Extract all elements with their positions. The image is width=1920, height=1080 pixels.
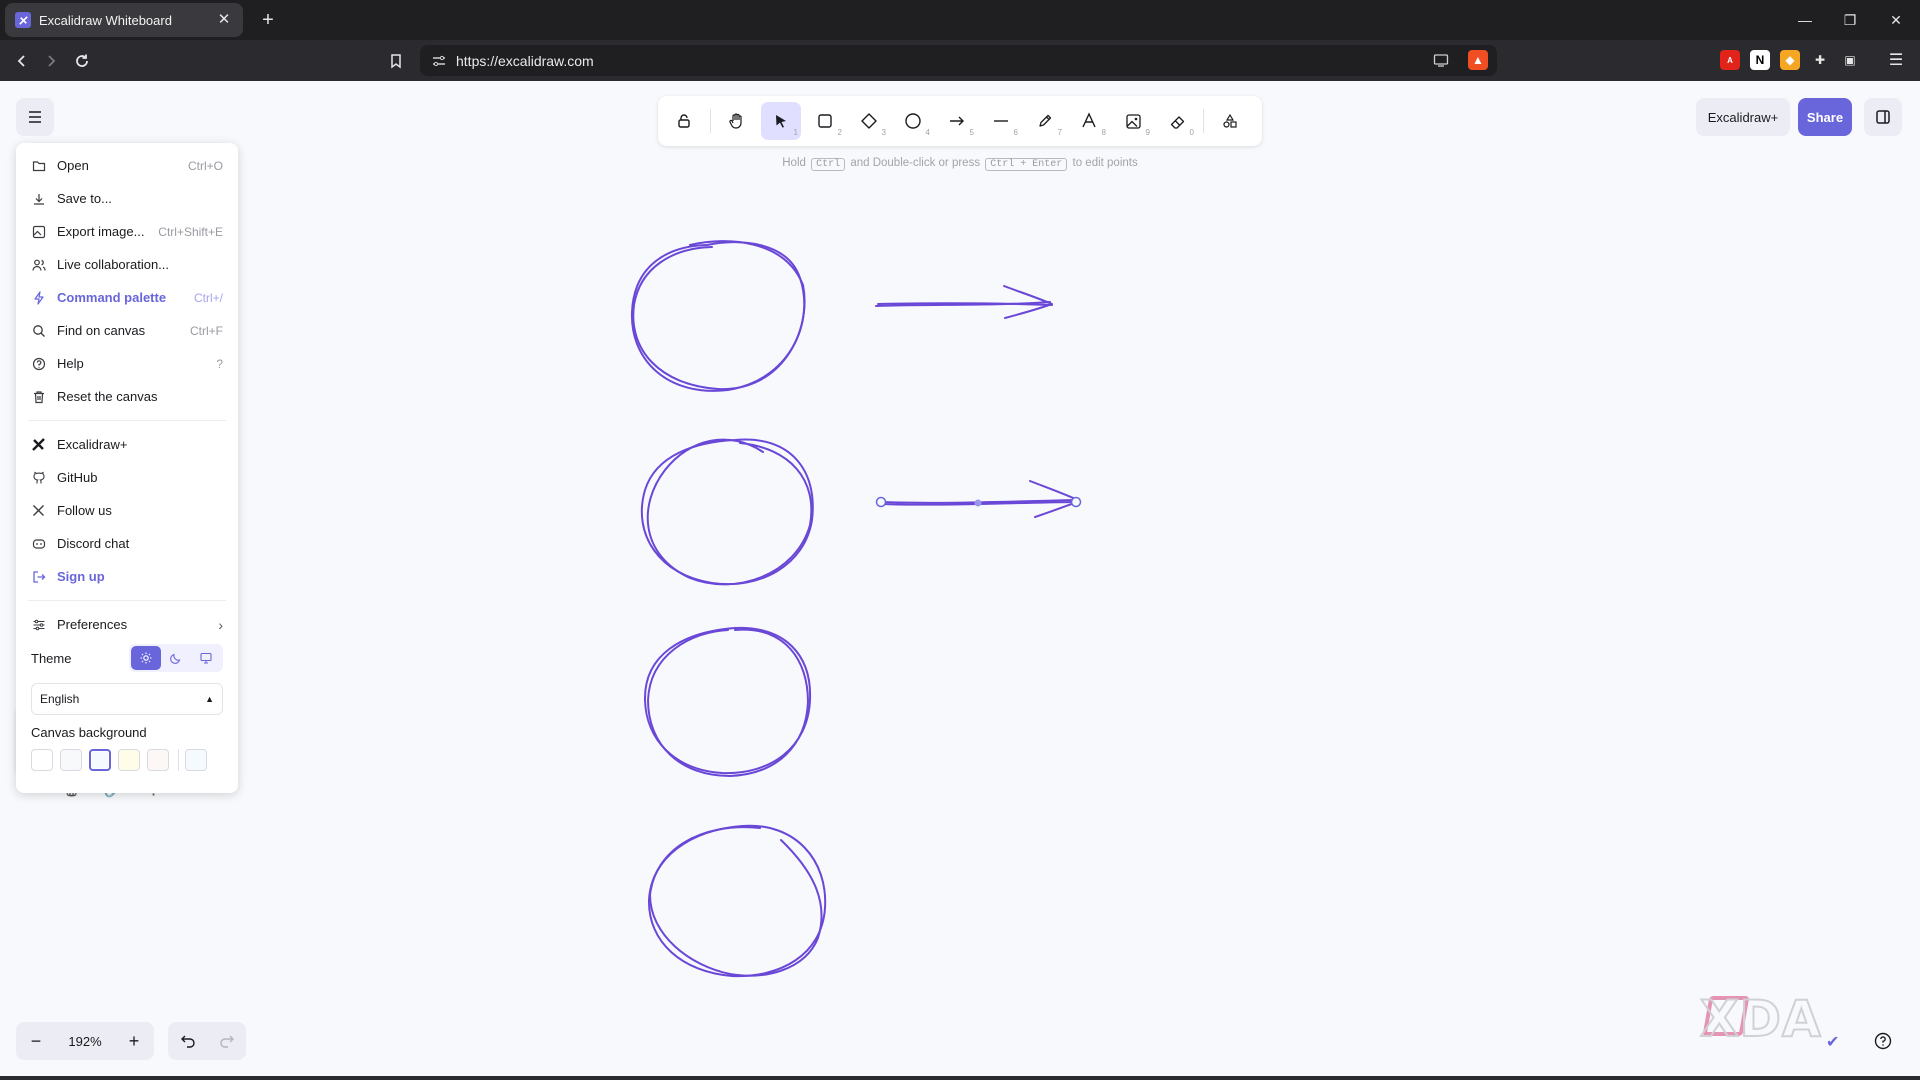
help-button[interactable] — [1864, 1022, 1902, 1060]
ellipse-shape-2[interactable] — [640, 438, 814, 586]
brave-shields-icon[interactable]: ▲ — [1468, 50, 1488, 70]
arrow-midpoint-handle[interactable] — [974, 499, 982, 507]
redo-icon[interactable] — [207, 1022, 246, 1060]
zoom-controls: − 192% + — [16, 1022, 154, 1060]
close-window-icon[interactable]: ✕ — [1884, 8, 1908, 32]
forward-icon[interactable] — [38, 48, 64, 74]
arrow-shape-2[interactable] — [875, 480, 1082, 518]
excalidraw-favicon-icon — [15, 12, 31, 28]
arrow-endpoint-handle[interactable] — [875, 496, 887, 508]
site-settings-icon[interactable] — [432, 54, 446, 68]
xda-watermark: XDA — [1699, 989, 1822, 1049]
back-icon[interactable] — [9, 48, 35, 74]
extensions-puzzle-icon[interactable]: ✚ — [1810, 50, 1830, 70]
shield-check-icon: ✔ — [1826, 1034, 1840, 1051]
browser-menu-icon[interactable]: ☰ — [1886, 50, 1906, 70]
ellipse-shape-4[interactable] — [647, 824, 827, 978]
arrow-shape-1[interactable] — [875, 285, 1053, 319]
restore-icon[interactable]: ❐ — [1838, 8, 1862, 32]
orange-extension-icon[interactable]: ◆ — [1780, 50, 1800, 70]
zoom-in-button[interactable]: + — [114, 1022, 154, 1060]
help-circle-icon — [1874, 1032, 1892, 1050]
bookmark-icon[interactable] — [383, 48, 409, 74]
ellipse-shape-3[interactable] — [643, 626, 812, 777]
address-bar[interactable]: https://excalidraw.com — [420, 45, 1497, 76]
browser-tab[interactable]: Excalidraw Whiteboard ✕ — [5, 3, 243, 37]
taskbar-edge — [0, 1076, 1920, 1080]
tab-close-icon[interactable]: ✕ — [215, 11, 233, 29]
undo-icon[interactable] — [168, 1022, 207, 1060]
minimize-icon[interactable]: — — [1793, 8, 1817, 32]
zoom-level[interactable]: 192% — [56, 1022, 114, 1060]
browser-nav-bar: https://excalidraw.com ▲ A N ◆ ✚ ▣ ☰ — [0, 40, 1920, 81]
zoom-out-button[interactable]: − — [16, 1022, 56, 1060]
reload-icon[interactable] — [69, 48, 95, 74]
drawing-canvas[interactable] — [0, 81, 1920, 1001]
new-tab-icon[interactable]: + — [256, 8, 280, 32]
tab-title: Excalidraw Whiteboard — [39, 12, 172, 28]
ellipse-shape-1[interactable] — [630, 240, 806, 392]
url-text: https://excalidraw.com — [456, 52, 594, 69]
cast-icon[interactable] — [1433, 52, 1449, 73]
browser-tab-bar: Excalidraw Whiteboard ✕ + — ❐ ✕ — [0, 0, 1920, 40]
sidebar-icon[interactable]: ▣ — [1840, 50, 1860, 70]
undo-redo-controls — [168, 1022, 246, 1060]
notion-extension-icon[interactable]: N — [1750, 50, 1770, 70]
acrobat-extension-icon[interactable]: A — [1720, 50, 1740, 70]
arrow-endpoint-handle[interactable] — [1070, 496, 1082, 508]
